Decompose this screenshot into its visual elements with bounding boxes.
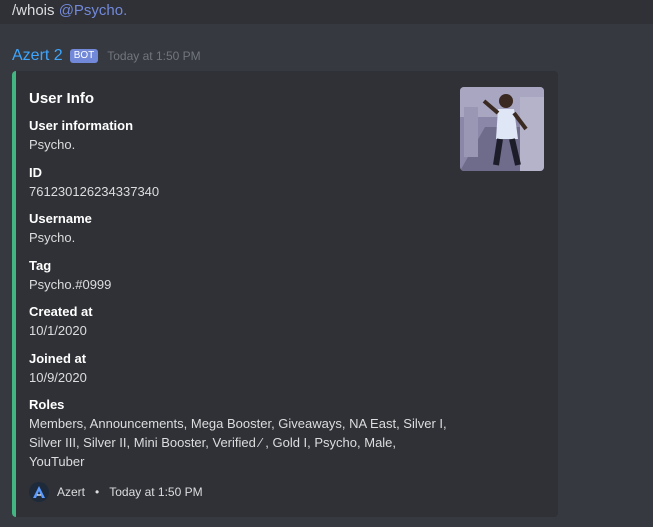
azert-logo-icon [29,482,49,502]
field-name: User information [29,118,134,133]
field-name: Created at [29,304,93,319]
command-input[interactable]: /whois @Psycho. [0,0,653,24]
field-value: 10/1/2020 [29,323,87,338]
field-value: 10/9/2020 [29,370,87,385]
field-name: ID [29,165,42,180]
roles-value: Members, Announcements, Mega Booster, Gi… [29,416,447,469]
field-name: Tag [29,258,52,273]
field-joined-at: Joined at 10/9/2020 [29,350,439,387]
command-prefix: /whois [12,2,59,19]
field-username: Username Psycho. [29,210,439,247]
footer-separator: • [95,485,100,499]
message-timestamp: Today at 1:50 PM [107,49,201,63]
user-mention[interactable]: @Psycho. [59,2,128,19]
field-value: Psycho.#0999 [29,277,112,292]
embed-footer: Azert • Today at 1:50 PM [29,482,203,502]
bot-tag: BOT [69,49,99,63]
field-name: Joined at [29,351,87,366]
field-name: Username [29,211,92,226]
field-tag: Tag Psycho.#0999 [29,257,439,294]
embed-title: User Info [29,90,95,107]
message-header: Azert 2 BOT Today at 1:50 PM [12,46,201,66]
user-avatar-thumbnail[interactable] [460,87,544,171]
field-value: Psycho. [29,137,76,152]
field-value: 761230126234337340 [29,184,160,199]
field-user-information: User information Psycho. [29,117,439,154]
embed-card: User Info User information Psycho. ID 76… [12,71,558,517]
footer-timestamp: Today at 1:50 PM [109,485,203,499]
author-name[interactable]: Azert 2 [12,47,63,65]
footer-text: Azert [57,485,86,499]
field-id: ID 761230126234337340 [29,164,439,201]
field-created-at: Created at 10/1/2020 [29,303,439,340]
field-value: Psycho. [29,230,76,245]
field-name: Roles [29,397,65,412]
field-roles: Roles Members, Announcements, Mega Boost… [29,396,447,471]
